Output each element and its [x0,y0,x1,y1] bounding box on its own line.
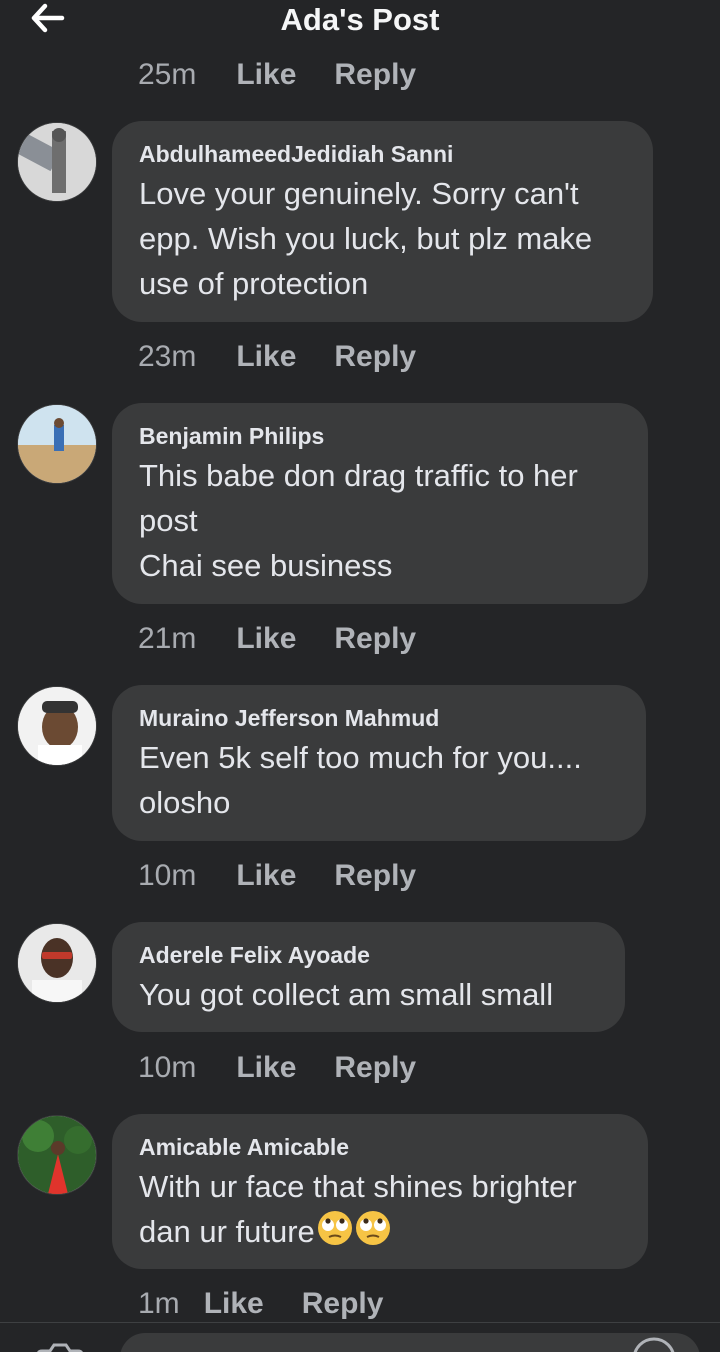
comment-composer [0,1322,720,1352]
reply-button[interactable]: Reply [334,340,416,374]
commenter-name[interactable]: AbdulhameedJedidiah Sanni [139,139,627,169]
profile-photo-icon [18,1116,96,1194]
commenter-name[interactable]: Aderele Felix Ayoade [139,940,599,970]
profile-photo-icon [18,123,96,201]
comment-text: With ur face that shines brighter dan ur… [139,1164,622,1258]
comment-text: This babe don drag traffic to her post C… [139,458,578,583]
comment-text: Love your genuinely. Sorry can't epp. Wi… [139,176,593,301]
like-button[interactable]: Like [236,340,296,374]
camera-icon[interactable] [34,1337,86,1352]
avatar[interactable] [17,686,97,766]
emoji-picker-icon[interactable] [630,1335,678,1352]
reply-button[interactable]: Reply [334,1051,416,1085]
comment-bubble: AbdulhameedJedidiah Sanni Love your genu… [112,121,653,322]
rolling-eyes-emoji-icon [317,1210,353,1258]
reply-button[interactable]: Reply [334,859,416,893]
post-comments-screen: Ada's Post 25m Like Reply AbdulhameedJed… [0,0,720,1352]
commenter-name[interactable]: Muraino Jefferson Mahmud [139,703,620,733]
rolling-eyes-emoji-icon [355,1210,391,1258]
comment-actions: 10m Like Reply [138,856,454,896]
comment-text: You got collect am small small [139,977,554,1012]
comment-time: 10m [138,1051,197,1084]
like-button[interactable]: Like [236,622,296,656]
page-title: Ada's Post [280,2,440,37]
comment-time: 25m [138,58,197,91]
top-bar: Ada's Post [0,0,720,52]
comment-actions: 10m Like Reply [138,1048,454,1088]
comment-time: 10m [138,859,197,892]
comment-text: Even 5k self too much for you.... olosho [139,740,582,820]
profile-photo-icon [18,687,96,765]
like-button[interactable]: Like [236,1051,296,1085]
commenter-name[interactable]: Benjamin Philips [139,421,622,451]
comment-bubble: Amicable Amicable With ur face that shin… [112,1114,648,1269]
comment-time: 21m [138,622,197,655]
profile-photo-icon [18,405,96,483]
avatar[interactable] [17,923,97,1003]
reply-button[interactable]: Reply [334,622,416,656]
comment-actions: 21m Like Reply [138,619,454,659]
comment-actions: 25m Like Reply [138,55,454,95]
like-button[interactable]: Like [236,58,296,92]
profile-photo-icon [18,924,96,1002]
reply-button[interactable]: Reply [302,1287,384,1321]
avatar[interactable] [17,1115,97,1195]
avatar[interactable] [17,122,97,202]
avatar[interactable] [17,404,97,484]
commenter-name[interactable]: Amicable Amicable [139,1132,622,1162]
like-button[interactable]: Like [204,1287,264,1321]
comment-time: 1m [138,1287,180,1320]
like-button[interactable]: Like [236,859,296,893]
reply-button[interactable]: Reply [334,58,416,92]
comment-actions: 1m Like Reply [138,1284,421,1324]
comment-input[interactable] [120,1333,700,1352]
comment-bubble: Aderele Felix Ayoade You got collect am … [112,922,625,1032]
comment-time: 23m [138,340,197,373]
comment-bubble: Muraino Jefferson Mahmud Even 5k self to… [112,685,646,841]
comment-actions: 23m Like Reply [138,337,454,377]
comment-bubble: Benjamin Philips This babe don drag traf… [112,403,648,604]
